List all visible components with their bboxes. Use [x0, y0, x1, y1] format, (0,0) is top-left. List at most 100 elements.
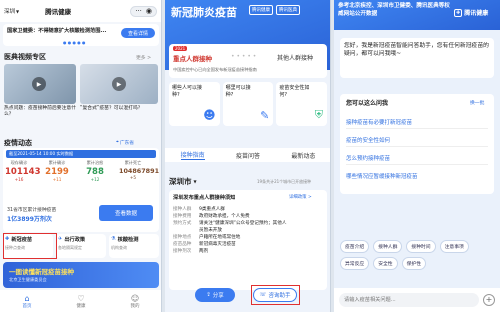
region-label: 广东省 [119, 141, 135, 146]
topic-chip[interactable]: 安全性 [373, 257, 398, 270]
tab-news[interactable]: 最新动态 [291, 151, 315, 160]
tab-other-groups[interactable]: 其他人群接种 [277, 53, 313, 62]
video-caption-1[interactable]: 热点问题：疫苗接种前后要注意什么？ [4, 106, 76, 118]
region-selector[interactable]: ⌖ 广东省 [116, 139, 134, 146]
divider [346, 164, 488, 165]
policy-card: 深圳发布重点人群接种须知 详细政策 > 接种人群 9类重点人群 接种费用 政府财政承… [169, 190, 327, 290]
suggested-question[interactable]: 哪些情况应暂缓接种新冠疫苗 [346, 172, 418, 180]
city-sub: 19条共计21个城市已开放接种 [257, 179, 312, 184]
grid-test[interactable]: ⚗ 核酸检测 机构查询 [109, 234, 159, 258]
home-icon: ⌂ [24, 293, 30, 303]
share-button[interactable]: ⇪ 分享 [195, 288, 235, 302]
highlight-box [251, 285, 300, 305]
group-selector-card: 2021 重点人群接种 • • • • • 其他人群接种 中国疾控中心已向全国发… [169, 44, 327, 78]
news-card[interactable]: 国家卫健委：不得随意扩大核酸检测范围... 查看详情 ● ● ● ● ● [3, 24, 159, 46]
view-data-button[interactable]: 查看数据 [99, 205, 153, 221]
panel-tencent-health-home: 深圳 ▼ 腾讯健康 ··· ◉ 国家卫健委：不得随意扩大核酸检测范围... 查看… [0, 0, 162, 312]
plus-icon[interactable]: + [483, 294, 495, 306]
question-card-where[interactable]: 哪里可以接种? ✎ [222, 82, 274, 126]
question-card-who[interactable]: 哪些人可以接种? ☻ [169, 82, 220, 126]
syringe-icon: ✎ [260, 109, 270, 122]
capsule-menu[interactable]: ··· ◉ [130, 5, 157, 17]
location-label[interactable]: 深圳 [4, 7, 15, 15]
nav-mine[interactable]: ☺ 我的 [131, 294, 140, 309]
video-caption-2[interactable]: “复合式”疫苗？可以混打吗？ [80, 106, 158, 112]
promo-banner[interactable]: 一图读懂新冠疫苗接种 北京卫生健康委员会 [3, 262, 159, 288]
nav-home[interactable]: ⌂ 首页 [23, 294, 32, 309]
topic-chip[interactable]: 保护性 [401, 257, 427, 270]
notice-text: 中国疾控中心已向全国发布新冠疫苗接种指南 [173, 67, 257, 72]
policy-row: 预约方式 请关注“健康深圳”公众号登记预约；其他人员暂未开放 [173, 221, 287, 233]
topic-chip[interactable]: 接种时间 [406, 240, 436, 253]
play-icon[interactable]: ▶ [32, 77, 46, 91]
policy-row: 接种费用 政府财政承担，个人免费 [173, 214, 250, 219]
topic-chip[interactable]: 注意事项 [439, 240, 469, 253]
greeting-bubble: 您好，我是新冠疫苗智能问答助手，您有任何新冠疫苗的疑问，都可以问我哦~ [340, 38, 494, 78]
policy-table: 接种人群 9类重点人群 接种费用 政府财政承担，个人免费 预约方式 请关注“健康深圳”… [173, 206, 323, 255]
heart-icon: ♡ [77, 293, 85, 303]
suggestion-card: 您可以这么问我 换一批 接种疫苗有必要打新冠疫苗 疫苗的安全性如何 怎么预约接种… [340, 94, 494, 194]
chevron-down-icon: ▼ [16, 8, 20, 14]
policy-row: 疫苗品种 新冠病毒灭活疫苗 [173, 242, 236, 247]
video-thumb-1[interactable]: ▶ [4, 64, 76, 104]
section-epidemic-title: 疫情动态 [4, 139, 32, 147]
highlight-box [3, 233, 57, 259]
policy-detail-link[interactable]: 详细政策 > [289, 194, 312, 200]
banner-title: 一图读懂新冠疫苗接种 [9, 268, 74, 276]
city-label: 深圳市 [169, 177, 192, 186]
refresh-link[interactable]: 换一批 [470, 99, 484, 106]
carousel-dots: ● ● ● ● ● [63, 40, 86, 45]
divider [346, 146, 488, 147]
stat-item: 现存确诊 101143 +16 [5, 160, 41, 182]
tab-key-groups[interactable]: 重点人群接种 [173, 53, 212, 63]
share-icon: ⇪ [206, 292, 211, 298]
logo-icon: ✚ [454, 8, 463, 17]
city-selector[interactable]: 深圳市 ▼ [169, 176, 197, 187]
suggested-question[interactable]: 怎么预约接种疫苗 [346, 154, 390, 162]
play-icon[interactable]: ▶ [112, 77, 126, 91]
question-card-safety[interactable]: 疫苗安全性如何? ⛨ [276, 82, 328, 126]
divider [346, 128, 488, 129]
grid-travel[interactable]: ✈ 出行政策 各地隔离规定 [56, 234, 106, 258]
policy-row: 接种人群 9类重点人群 [173, 207, 225, 212]
tab-guide[interactable]: 接种指南 [180, 150, 205, 160]
more-icon[interactable]: ··· [135, 7, 142, 15]
brand-tags: 腾讯健康 腾讯医典 [249, 5, 300, 15]
chevron-down-icon: ▼ [193, 179, 197, 184]
location-pin-icon: ⌖ [116, 140, 119, 145]
video-more-link[interactable]: 更多 > [136, 54, 151, 61]
update-bar: 截至2021-05-14 10:00 实时数据 [6, 150, 156, 158]
topic-chip[interactable]: 疫苗介绍 [340, 240, 370, 253]
brand-logo: ✚ 腾讯健康 [454, 8, 488, 17]
panel-vaccine-page: 新冠肺炎疫苗 腾讯健康 腾讯医典 2021 重点人群接种 • • • • • 其… [165, 0, 331, 312]
question-input[interactable] [339, 293, 479, 307]
epidemic-card: 截至2021-05-14 10:00 实时数据 现存确诊 101143 +16 累计… [3, 148, 159, 232]
policy-row: 接种剂次 两剂 [173, 249, 209, 254]
content-tabs: 接种指南 疫苗问答 最新动态 [165, 148, 330, 162]
topic-chip[interactable]: 接种人群 [373, 240, 403, 253]
video-thumb-2[interactable]: ▶ [80, 64, 158, 104]
policy-row: 接种地点 户籍所在地或常住地 [173, 235, 241, 240]
topic-chip[interactable]: 异常反应 [340, 257, 370, 270]
nav-health[interactable]: ♡ 健康 [77, 294, 86, 309]
divider-dots: • • • • • [231, 53, 257, 60]
section-video-title: 医典视频专区 [4, 53, 46, 61]
input-bar: + [334, 288, 500, 312]
stat-item: 累计治愈 788 +12 [86, 160, 104, 182]
suggestion-title: 您可以这么问我 [346, 100, 389, 107]
banner-sub: 北京卫生健康委员会 [9, 277, 47, 282]
close-icon[interactable]: ◉ [146, 7, 152, 15]
suggested-question[interactable]: 疫苗的安全性如何 [346, 136, 390, 144]
user-icon: ☺ [130, 293, 140, 303]
share-label: 分享 [212, 293, 224, 299]
app-title: 腾讯健康 [45, 8, 72, 16]
stats-row: 现存确诊 101143 +16 累计确诊 2199 +11 累计治愈 788 +12 累计死… [5, 160, 160, 182]
greeting-text: 您好，我是新冠疫苗智能问答助手，您有任何新冠疫苗的疑问，都可以问我哦~ [344, 43, 489, 57]
top-bar: 深圳 ▼ 腾讯健康 ··· ◉ [0, 0, 161, 22]
news-detail-button[interactable]: 查看详情 [121, 28, 155, 38]
suggested-question[interactable]: 接种疫苗有必要打新冠疫苗 [346, 118, 412, 126]
topic-chips: 疫苗介绍 接种人群 接种时间 注意事项 异常反应 安全性 保护性 [340, 240, 496, 270]
stat-item: 累计死亡 104867891 +5 [119, 160, 160, 180]
policy-title: 深圳发布重点人群接种须知 [173, 195, 236, 201]
tab-qa[interactable]: 疫苗问答 [236, 151, 260, 160]
